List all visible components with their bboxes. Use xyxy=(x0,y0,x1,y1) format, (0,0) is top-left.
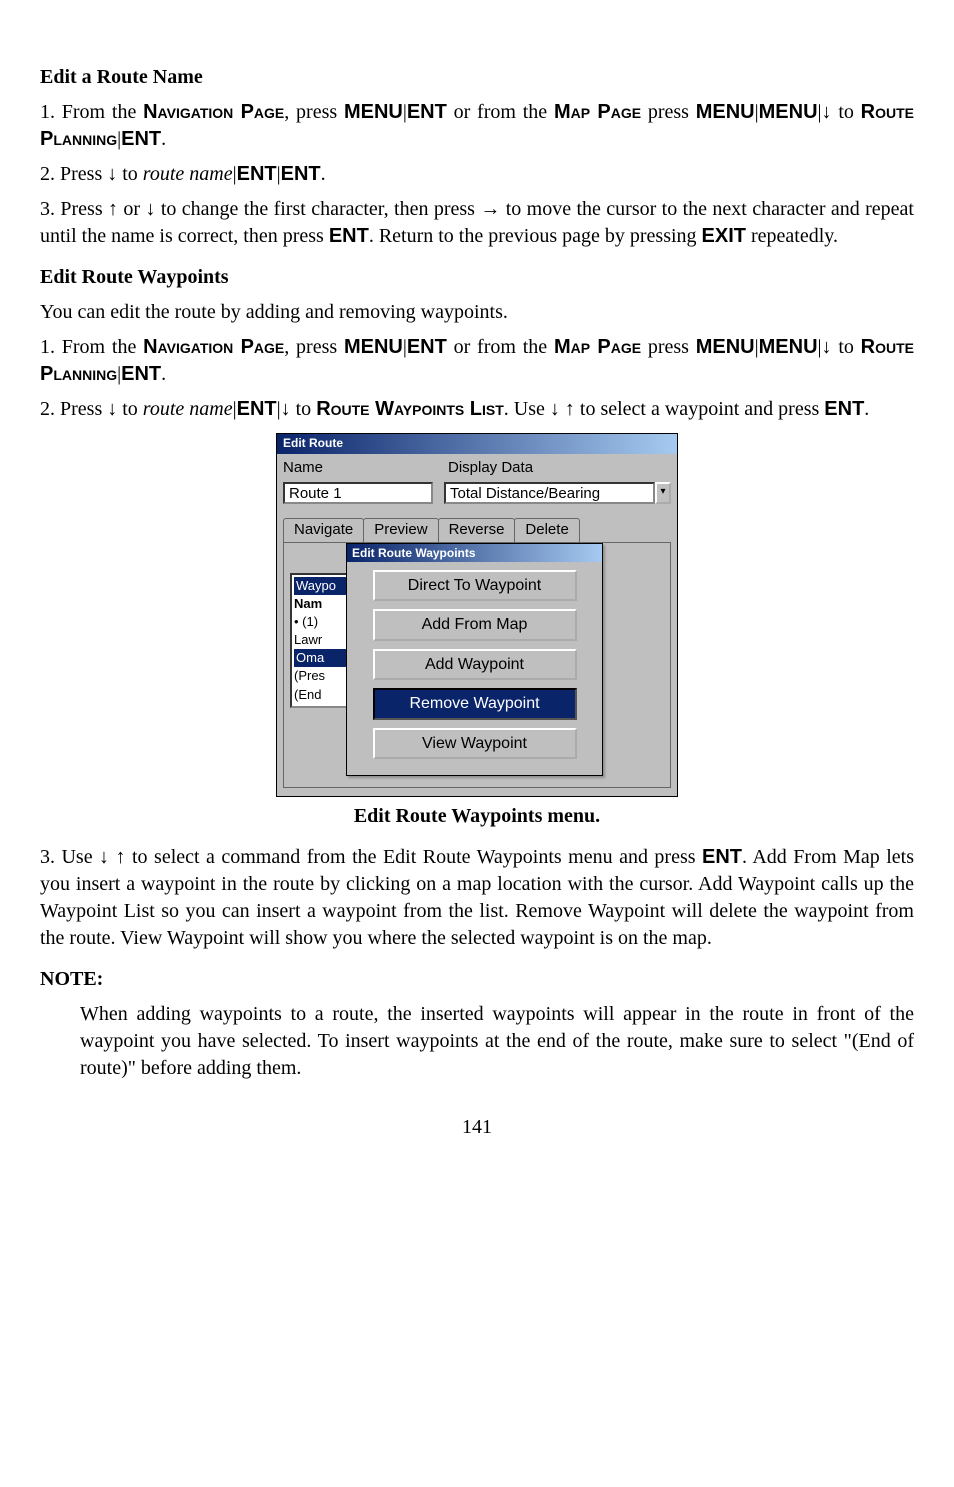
list-item[interactable]: (End xyxy=(294,687,321,702)
tab-delete[interactable]: Delete xyxy=(514,518,579,541)
down-arrow-icon: ↓ xyxy=(822,101,832,123)
figure-caption: Edit Route Waypoints menu. xyxy=(40,803,914,830)
up-arrow-icon: ↑ xyxy=(565,398,575,420)
list-item[interactable]: Oma xyxy=(294,649,349,667)
list-item[interactable]: Lawr xyxy=(294,632,322,647)
list-item[interactable]: (Pres xyxy=(294,668,325,683)
list-header-name: Nam xyxy=(294,596,322,611)
down-arrow-icon: ↓ xyxy=(99,846,109,868)
name-input[interactable] xyxy=(283,482,433,504)
waypoint-list[interactable]: Waypo Nam (1) Lawr Oma (Pres (End xyxy=(290,573,353,708)
down-arrow-icon: ↓ xyxy=(107,398,117,420)
heading-edit-route-name: Edit a Route Name xyxy=(40,64,914,91)
up-arrow-icon: ↑ xyxy=(116,846,126,868)
label-name: Name xyxy=(283,458,448,478)
tab-preview[interactable]: Preview xyxy=(363,518,438,541)
tab-navigate[interactable]: Navigate xyxy=(283,518,364,541)
direct-to-waypoint-button[interactable]: Direct To Waypoint xyxy=(373,570,577,602)
heading-note: NOTE: xyxy=(40,966,914,993)
paragraph-step1a: 1. From the Navigation Page, press MENU|… xyxy=(40,99,914,153)
list-header-waypoint: Waypo xyxy=(294,577,349,595)
label-display-data: Display Data xyxy=(448,458,533,478)
paragraph-step3b: 3. Use ↓ ↑ to select a command from the … xyxy=(40,844,914,952)
down-arrow-icon: ↓ xyxy=(145,198,155,220)
tab-page: Waypo Nam (1) Lawr Oma (Pres (End Edit R… xyxy=(283,542,671,788)
down-arrow-icon: ↓ xyxy=(107,163,117,185)
figure-edit-route-waypoints: Edit Route Name Display Data ▾ Navigate … xyxy=(40,433,914,797)
paragraph-step3a: 3. Press ↑ or ↓ to change the first char… xyxy=(40,196,914,250)
window-titlebar: Edit Route xyxy=(277,434,677,454)
paragraph-intro-waypoints: You can edit the route by adding and rem… xyxy=(40,299,914,326)
heading-edit-route-waypoints: Edit Route Waypoints xyxy=(40,264,914,291)
down-arrow-icon: ↓ xyxy=(281,398,291,420)
paragraph-step1b: 1. From the Navigation Page, press MENU|… xyxy=(40,334,914,388)
dialog-titlebar: Edit Route Waypoints xyxy=(347,544,602,562)
down-arrow-icon: ↓ xyxy=(822,336,832,358)
add-from-map-button[interactable]: Add From Map xyxy=(373,609,577,641)
right-arrow-icon: → xyxy=(480,198,500,220)
display-data-select[interactable] xyxy=(444,482,655,504)
paragraph-step2b: 2. Press ↓ to route name|ENT|↓ to Route … xyxy=(40,396,914,423)
page-number: 141 xyxy=(40,1114,914,1141)
tab-reverse[interactable]: Reverse xyxy=(438,518,516,541)
down-arrow-icon: ↓ xyxy=(550,398,560,420)
paragraph-step2a: 2. Press ↓ to route name|ENT|ENT. xyxy=(40,161,914,188)
add-waypoint-button[interactable]: Add Waypoint xyxy=(373,649,577,681)
view-waypoint-button[interactable]: View Waypoint xyxy=(373,728,577,760)
note-body: When adding waypoints to a route, the in… xyxy=(80,1001,914,1082)
tab-strip: Navigate Preview Reverse Delete xyxy=(277,508,677,541)
dialog-edit-route-waypoints: Edit Route Waypoints Direct To Waypoint … xyxy=(346,543,603,777)
list-item[interactable]: (1) xyxy=(294,614,318,629)
screenshot-edit-route: Edit Route Name Display Data ▾ Navigate … xyxy=(276,433,678,797)
up-arrow-icon: ↑ xyxy=(108,198,118,220)
chevron-down-icon[interactable]: ▾ xyxy=(655,482,671,504)
remove-waypoint-button[interactable]: Remove Waypoint xyxy=(373,688,577,720)
